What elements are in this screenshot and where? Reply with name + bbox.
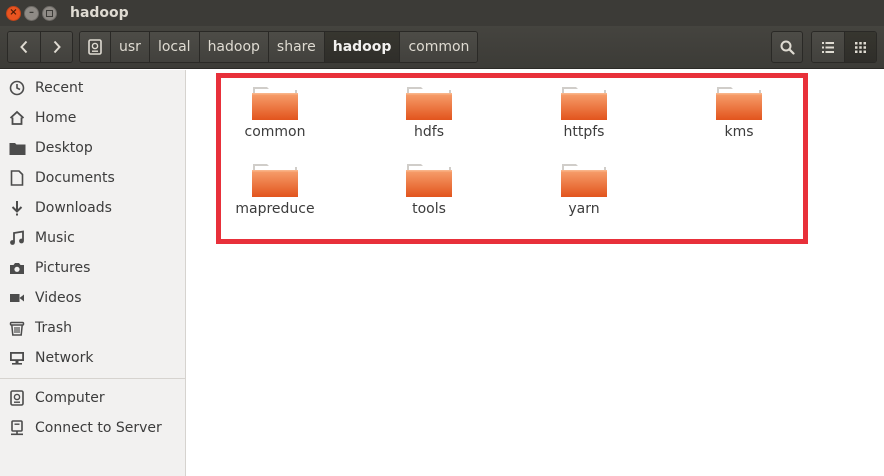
folder-icon [9, 142, 25, 155]
sidebar-item-label: Desktop [35, 140, 93, 156]
sidebar-item-home[interactable]: Home [0, 103, 185, 133]
close-icon: × [9, 7, 18, 18]
drive-icon [10, 390, 24, 406]
maximize-window-button[interactable] [42, 5, 57, 21]
sidebar-item-label: Network [35, 350, 94, 366]
folder-item-hdfs[interactable]: hdfs [379, 82, 479, 140]
folder-label: tools [412, 201, 446, 217]
view-toggle [811, 31, 877, 63]
sidebar-item-network[interactable]: Network [0, 343, 185, 373]
folder-icon [406, 164, 452, 197]
breadcrumb-root[interactable] [80, 32, 110, 62]
camera-icon [10, 263, 24, 274]
list-view-button[interactable] [812, 32, 844, 62]
back-button[interactable] [8, 32, 40, 62]
folder-item-tools[interactable]: tools [379, 159, 479, 217]
search-icon [780, 40, 795, 55]
folder-item-mapreduce[interactable]: mapreduce [225, 159, 325, 217]
close-window-button[interactable]: × [6, 5, 21, 21]
chevron-left-icon [20, 40, 28, 54]
folder-label: common [244, 124, 306, 140]
sidebar-item-desktop[interactable]: Desktop [0, 133, 185, 163]
folder-item-yarn[interactable]: yarn [534, 159, 634, 217]
sidebar-devices: Computer Connect to Server [0, 383, 185, 443]
trash-icon [9, 321, 25, 336]
folder-icon [716, 87, 762, 120]
sidebar-item-label: Computer [35, 390, 105, 406]
sidebar-item-documents[interactable]: Documents [0, 163, 185, 193]
sidebar-item-label: Pictures [35, 260, 91, 276]
minimize-window-button[interactable]: – [24, 5, 39, 21]
maximize-icon [46, 9, 53, 17]
sidebar-places: Recent Home Desktop Documents Downloads … [0, 70, 185, 373]
chevron-right-icon [53, 40, 61, 54]
folder-label: httpfs [563, 124, 605, 140]
folder-icon [561, 87, 607, 120]
list-view-icon [822, 41, 834, 53]
folder-label: kms [724, 124, 754, 140]
server-icon [11, 420, 23, 436]
sidebar-item-label: Trash [35, 320, 72, 336]
minimize-icon: – [29, 7, 34, 18]
grid-view-icon [855, 41, 866, 53]
music-icon [10, 230, 24, 245]
toolbar: usr local hadoop share hadoop common [0, 26, 884, 69]
window-title: hadoop [70, 5, 129, 21]
sidebar-item-videos[interactable]: Videos [0, 283, 185, 313]
folder-icon [252, 164, 298, 197]
breadcrumb-common[interactable]: common [399, 32, 478, 62]
sidebar-item-label: Recent [35, 80, 84, 96]
clock-icon [9, 80, 25, 96]
sidebar-item-label: Documents [35, 170, 115, 186]
sidebar-item-computer[interactable]: Computer [0, 383, 185, 413]
toolbar-right [771, 31, 877, 63]
folder-icon [252, 87, 298, 120]
folder-item-kms[interactable]: kms [689, 82, 789, 140]
home-icon [9, 110, 25, 125]
sidebar: Recent Home Desktop Documents Downloads … [0, 70, 186, 476]
network-icon [10, 352, 24, 365]
sidebar-item-connect-to-server[interactable]: Connect to Server [0, 413, 185, 443]
nav-buttons [7, 31, 73, 63]
folder-icon [406, 87, 452, 120]
sidebar-item-label: Connect to Server [35, 420, 162, 436]
download-icon [11, 201, 23, 216]
breadcrumb-hadoop-current[interactable]: hadoop [323, 32, 400, 62]
window-controls: × – [6, 5, 57, 21]
title-bar: × – hadoop [0, 0, 884, 26]
sidebar-item-pictures[interactable]: Pictures [0, 253, 185, 283]
sidebar-item-trash[interactable]: Trash [0, 313, 185, 343]
breadcrumb-local[interactable]: local [148, 32, 199, 62]
folder-icon [561, 164, 607, 197]
drive-icon [88, 39, 102, 55]
grid-view-button[interactable] [844, 32, 876, 62]
folder-label: yarn [568, 201, 600, 217]
sidebar-item-downloads[interactable]: Downloads [0, 193, 185, 223]
sidebar-item-label: Music [35, 230, 75, 246]
sidebar-item-recent[interactable]: Recent [0, 73, 185, 103]
breadcrumb-usr[interactable]: usr [110, 32, 149, 62]
breadcrumb: usr local hadoop share hadoop common [79, 31, 479, 63]
sidebar-item-music[interactable]: Music [0, 223, 185, 253]
breadcrumb-hadoop[interactable]: hadoop [198, 32, 268, 62]
search-button[interactable] [771, 31, 803, 63]
folder-item-common[interactable]: common [225, 82, 325, 140]
folder-label: mapreduce [235, 201, 315, 217]
file-view: common hdfs httpfs kms mapreduce tools y… [187, 70, 884, 476]
breadcrumb-share[interactable]: share [267, 32, 324, 62]
sidebar-item-label: Downloads [35, 200, 112, 216]
sidebar-item-label: Videos [35, 290, 82, 306]
video-icon [10, 294, 24, 302]
folder-label: hdfs [414, 124, 444, 140]
forward-button[interactable] [40, 32, 72, 62]
document-icon [10, 170, 24, 186]
folder-item-httpfs[interactable]: httpfs [534, 82, 634, 140]
sidebar-item-label: Home [35, 110, 77, 126]
sidebar-divider [0, 378, 185, 379]
